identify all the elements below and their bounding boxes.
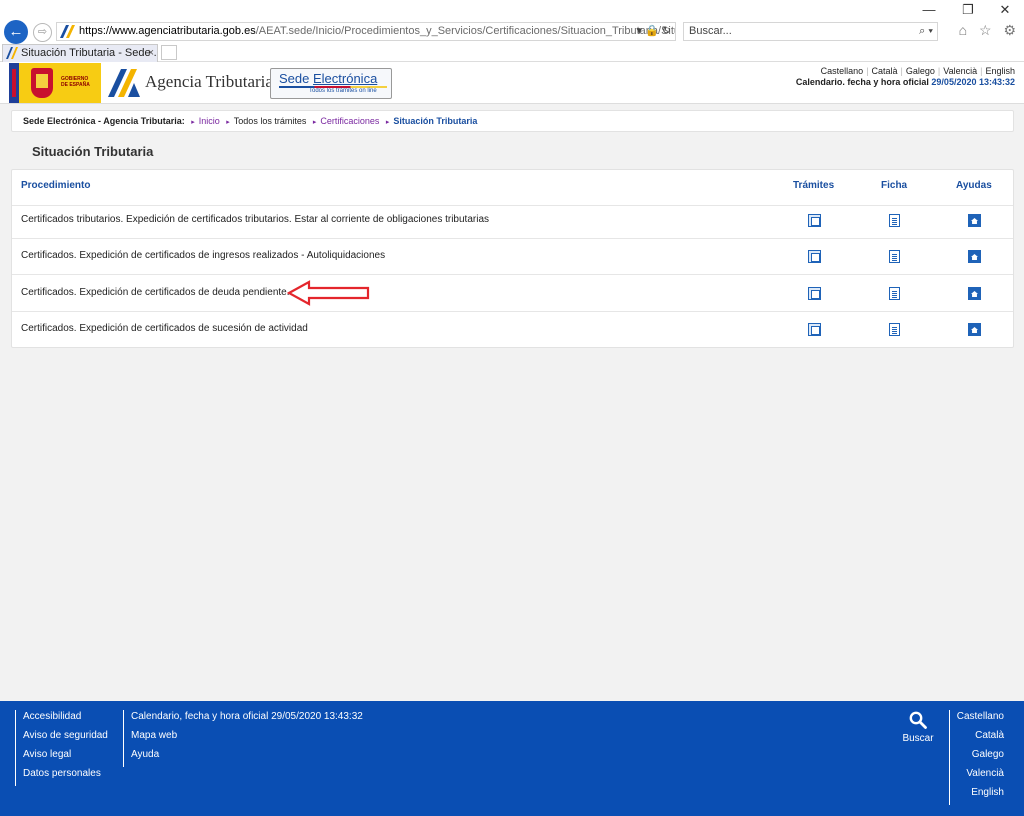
url-tools-icons[interactable]: ▾ 🔒 ↻ xyxy=(636,23,671,40)
browser-titlebar: — ❐ ✕ xyxy=(0,0,1024,20)
home-star-settings-icons[interactable]: ⌂ ☆ ⚙ xyxy=(959,22,1020,39)
lang-english[interactable]: English xyxy=(985,66,1015,76)
ficha-icon[interactable] xyxy=(889,287,900,300)
procedure-name[interactable]: Certificados. Expedición de certificados… xyxy=(21,287,290,298)
site-footer: Accesibilidad Aviso de seguridad Aviso l… xyxy=(0,701,1024,816)
footer-lang-galego[interactable]: Galego xyxy=(950,748,1004,767)
ayudas-icon[interactable] xyxy=(968,250,981,263)
col-header-procedimiento: Procedimiento xyxy=(21,180,91,191)
gobierno-de-espana-logo[interactable]: GOBIERNO DE ESPAÑA xyxy=(9,63,101,103)
lang-galego[interactable]: Galego xyxy=(906,66,935,76)
lang-castellano[interactable]: Castellano xyxy=(821,66,864,76)
table-row: Certificados. Expedición de certificados… xyxy=(12,239,1013,275)
table-header-row: Procedimiento Trámites Ficha Ayudas xyxy=(12,170,1013,206)
breadcrumb-arrow-icon: ▸ xyxy=(385,119,390,126)
ayudas-icon[interactable] xyxy=(968,323,981,336)
breadcrumb-certificaciones[interactable]: Certificaciones xyxy=(320,116,379,126)
footer-lang-valencia[interactable]: Valencià xyxy=(950,767,1004,786)
footer-lang-castellano[interactable]: Castellano xyxy=(950,710,1004,729)
footer-ayuda[interactable]: Ayuda xyxy=(131,748,383,767)
search-placeholder: Buscar... xyxy=(689,25,732,37)
search-icon xyxy=(909,711,927,729)
sede-subtitle: Todos los trámites on line xyxy=(309,88,377,94)
footer-links-col2: Calendario, fecha y hora oficial 29/05/2… xyxy=(123,710,383,767)
tramites-icon[interactable] xyxy=(808,287,821,300)
sede-title: Sede Electrónica xyxy=(279,71,378,86)
footer-language-list: Castellano Català Galego Valencià Englis… xyxy=(949,710,1004,805)
url-host: https://www.agenciatributaria.gob.es xyxy=(79,25,256,37)
footer-links-col1: Accesibilidad Aviso de seguridad Aviso l… xyxy=(15,710,115,786)
breadcrumb-root: Sede Electrónica - Agencia Tributaria: xyxy=(23,116,185,126)
official-datetime: 29/05/2020 13:43:32 xyxy=(931,77,1015,87)
ayudas-icon[interactable] xyxy=(968,287,981,300)
eu-flag-icon xyxy=(9,63,19,103)
red-annotation-arrow-icon xyxy=(287,280,370,306)
breadcrumb-arrow-icon: ▸ xyxy=(312,119,317,126)
search-icon[interactable]: ⌕ ▾ xyxy=(919,23,933,40)
breadcrumb-inicio[interactable]: Inicio xyxy=(199,116,220,126)
agencia-tributaria-logo-icon[interactable] xyxy=(108,69,142,97)
tramites-icon[interactable] xyxy=(808,214,821,227)
footer-mapa-web[interactable]: Mapa web xyxy=(131,729,383,748)
tab-strip: Situación Tributaria - Sede ... × xyxy=(0,44,1024,62)
col-header-tramites: Trámites xyxy=(793,180,835,191)
back-button[interactable]: ← xyxy=(4,20,28,44)
procedure-name[interactable]: Certificados. Expedición de certificados… xyxy=(21,323,308,334)
footer-aviso-seguridad[interactable]: Aviso de seguridad xyxy=(23,729,115,748)
tab-close-icon[interactable]: × xyxy=(148,45,154,62)
official-calendar[interactable]: Calendario. fecha y hora oficial 29/05/2… xyxy=(796,77,1015,87)
close-window-button[interactable]: ✕ xyxy=(990,2,1020,18)
procedure-name[interactable]: Certificados. Expedición de certificados… xyxy=(21,250,385,261)
url-path: /AEAT.sede/Inicio/Procedimientos_y_Servi… xyxy=(255,25,676,37)
language-selector: Castellano | Català | Galego | Valencià | Englis… xyxy=(820,66,1015,76)
procedure-name[interactable]: Certificados tributarios. Expedición de … xyxy=(21,214,489,225)
footer-accesibilidad[interactable]: Accesibilidad xyxy=(23,710,115,729)
table-row: Certificados. Expedición de certificados… xyxy=(12,312,1013,348)
gov-logo-text: GOBIERNO DE ESPAÑA xyxy=(61,76,90,88)
table-row: Certificados tributarios. Expedición de … xyxy=(12,203,1013,239)
tab-situacion-tributaria[interactable]: Situación Tributaria - Sede ... × xyxy=(2,44,158,62)
site-header: GOBIERNO DE ESPAÑA Agencia Tributaria Se… xyxy=(0,62,1024,104)
new-tab-button[interactable] xyxy=(161,45,177,60)
breadcrumb-current: Situación Tributaria xyxy=(393,116,478,126)
tramites-icon[interactable] xyxy=(808,323,821,336)
footer-search-button[interactable]: Buscar xyxy=(898,711,938,744)
breadcrumb: Sede Electrónica - Agencia Tributaria: ▸… xyxy=(11,110,1014,132)
coat-of-arms-icon xyxy=(31,68,53,98)
procedures-table: Procedimiento Trámites Ficha Ayudas Cert… xyxy=(11,169,1014,348)
browser-search-input[interactable]: Buscar... ⌕ ▾ xyxy=(683,22,938,41)
footer-lang-english[interactable]: English xyxy=(950,786,1004,805)
footer-aviso-legal[interactable]: Aviso legal xyxy=(23,748,115,767)
address-bar[interactable]: https://www.agenciatributaria.gob.es/AEA… xyxy=(56,22,676,41)
table-row: Certificados. Expedición de certificados… xyxy=(12,276,1013,312)
footer-lang-catala[interactable]: Català xyxy=(950,729,1004,748)
footer-search-label: Buscar xyxy=(902,733,934,744)
ayudas-icon[interactable] xyxy=(968,214,981,227)
forward-button[interactable]: ⇨ xyxy=(33,23,52,42)
tramites-icon[interactable] xyxy=(808,250,821,263)
minimize-button[interactable]: — xyxy=(914,2,944,18)
col-header-ayudas: Ayudas xyxy=(956,180,992,191)
footer-calendario[interactable]: Calendario, fecha y hora oficial 29/05/2… xyxy=(131,710,383,729)
ficha-icon[interactable] xyxy=(889,250,900,263)
lang-catala[interactable]: Català xyxy=(872,66,898,76)
restore-button[interactable]: ❐ xyxy=(953,2,983,18)
ficha-icon[interactable] xyxy=(889,323,900,336)
tab-title: Situación Tributaria - Sede ... xyxy=(21,47,158,59)
page-title: Situación Tributaria xyxy=(32,144,154,159)
breadcrumb-todos-tramites[interactable]: Todos los trámites xyxy=(234,116,307,126)
footer-datos-personales[interactable]: Datos personales xyxy=(23,767,115,786)
site-favicon-icon xyxy=(6,47,18,59)
lang-valencia[interactable]: Valencià xyxy=(943,66,977,76)
site-favicon-icon xyxy=(60,25,75,38)
breadcrumb-arrow-icon: ▸ xyxy=(191,119,195,126)
col-header-ficha: Ficha xyxy=(881,180,908,191)
ficha-icon[interactable] xyxy=(889,214,900,227)
sede-electronica-logo[interactable]: Sede Electrónica Todos los trámites on l… xyxy=(270,68,392,99)
address-row: ← ⇨ https://www.agenciatributaria.gob.es… xyxy=(0,20,1024,44)
breadcrumb-arrow-icon: ▸ xyxy=(226,119,230,126)
agency-name[interactable]: Agencia Tributaria xyxy=(145,72,273,92)
